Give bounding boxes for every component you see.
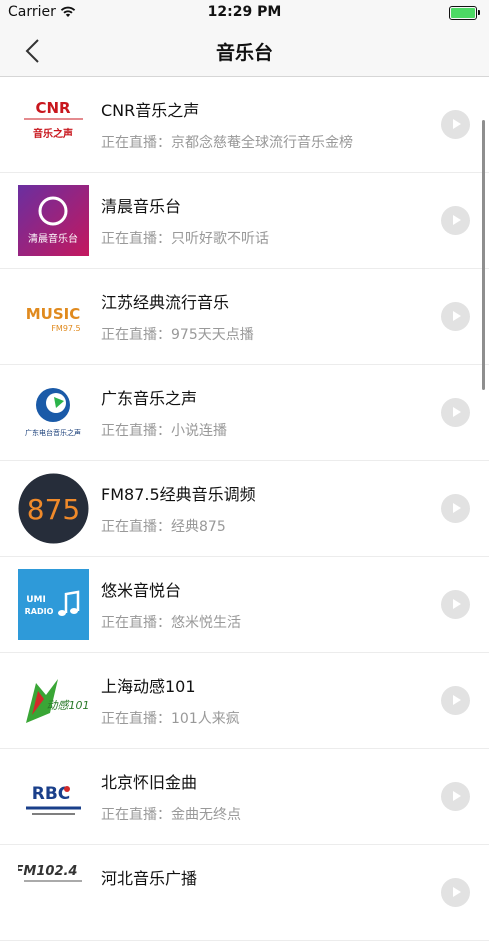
play-button[interactable] [441, 206, 470, 235]
station-row[interactable]: FM102.4 河北音乐广播 [0, 845, 489, 941]
station-name: 广东音乐之声 [101, 389, 198, 408]
station-name: CNR音乐之声 [101, 101, 200, 120]
station-logo: 动感101 [18, 665, 89, 736]
live-program: 正在直播：悠米悦生活 [101, 615, 241, 631]
station-row[interactable]: 动感101 上海动感101 正在直播：101人来疯 [0, 653, 489, 749]
svg-text:动感101: 动感101 [47, 699, 90, 712]
live-program: 正在直播：小说连播 [101, 423, 227, 439]
play-button[interactable] [441, 782, 470, 811]
svg-text:清晨音乐台: 清晨音乐台 [28, 232, 78, 245]
play-button[interactable] [441, 590, 470, 619]
station-logo: 875 [18, 473, 89, 544]
station-row[interactable]: CNR 音乐之声 CNR音乐之声 正在直播：京都念慈菴全球流行音乐金榜 [0, 77, 489, 173]
page-title: 音乐台 [215, 42, 273, 64]
svg-text:MUSIC: MUSIC [26, 305, 81, 323]
station-logo: CNR 音乐之声 [18, 89, 89, 160]
svg-text:875: 875 [27, 493, 80, 526]
station-logo: 广东电台音乐之声 [18, 377, 89, 448]
play-button[interactable] [441, 686, 470, 715]
station-name: 北京怀旧金曲 [101, 773, 198, 792]
svg-text:音乐之声: 音乐之声 [33, 127, 73, 140]
station-name: FM87.5经典音乐调频 [101, 485, 256, 504]
live-program: 正在直播：金曲无终点 [101, 807, 241, 823]
station-row[interactable]: RBC 北京怀旧金曲 正在直播：金曲无终点 [0, 749, 489, 845]
navigation-bar: 音乐台 [0, 26, 489, 77]
clock: 12:29 PM [207, 4, 282, 20]
station-logo: 清晨音乐台 [18, 185, 89, 256]
station-row[interactable]: 清晨音乐台 清晨音乐台 正在直播：只听好歌不听话 [0, 173, 489, 269]
svg-text:CNR: CNR [35, 99, 71, 117]
station-name: 清晨音乐台 [101, 197, 182, 216]
station-name: 悠米音悦台 [101, 581, 182, 600]
svg-text:RADIO: RADIO [25, 607, 54, 616]
svg-text:FM97.5: FM97.5 [51, 324, 80, 333]
live-program: 正在直播：975天天点播 [101, 327, 254, 343]
svg-text:广东电台音乐之声: 广东电台音乐之声 [25, 428, 81, 437]
station-list: CNR 音乐之声 CNR音乐之声 正在直播：京都念慈菴全球流行音乐金榜 清晨音乐… [0, 77, 489, 941]
play-button[interactable] [441, 494, 470, 523]
station-logo: MUSIC FM97.5 [18, 281, 89, 352]
station-row[interactable]: UMI RADIO 悠米音悦台 正在直播：悠米悦生活 [0, 557, 489, 653]
play-button[interactable] [441, 110, 470, 139]
station-row[interactable]: 广东电台音乐之声 广东音乐之声 正在直播：小说连播 [0, 365, 489, 461]
station-logo: UMI RADIO [18, 569, 89, 640]
svg-text:RBC: RBC [32, 784, 71, 804]
play-button[interactable] [441, 878, 470, 907]
live-program: 正在直播：京都念慈菴全球流行音乐金榜 [101, 135, 353, 151]
live-program: 正在直播：经典875 [101, 519, 226, 535]
live-program: 正在直播：101人来疯 [101, 711, 240, 727]
status-bar: Carrier 12:29 PM [0, 0, 489, 26]
station-row[interactable]: 875 FM87.5经典音乐调频 正在直播：经典875 [0, 461, 489, 557]
station-name: 江苏经典流行音乐 [101, 293, 230, 312]
svg-text:UMI: UMI [26, 595, 46, 605]
station-name: 上海动感101 [101, 677, 196, 696]
station-logo: RBC [18, 761, 89, 832]
station-name: 河北音乐广播 [101, 869, 198, 888]
station-logo: FM102.4 [18, 857, 89, 928]
svg-text:FM102.4: FM102.4 [18, 864, 77, 879]
play-button[interactable] [441, 398, 470, 427]
live-program: 正在直播：只听好歌不听话 [101, 231, 269, 247]
station-row[interactable]: MUSIC FM97.5 江苏经典流行音乐 正在直播：975天天点播 [0, 269, 489, 365]
play-button[interactable] [441, 302, 470, 331]
battery-icon [449, 6, 480, 20]
scrollbar[interactable] [482, 120, 485, 390]
